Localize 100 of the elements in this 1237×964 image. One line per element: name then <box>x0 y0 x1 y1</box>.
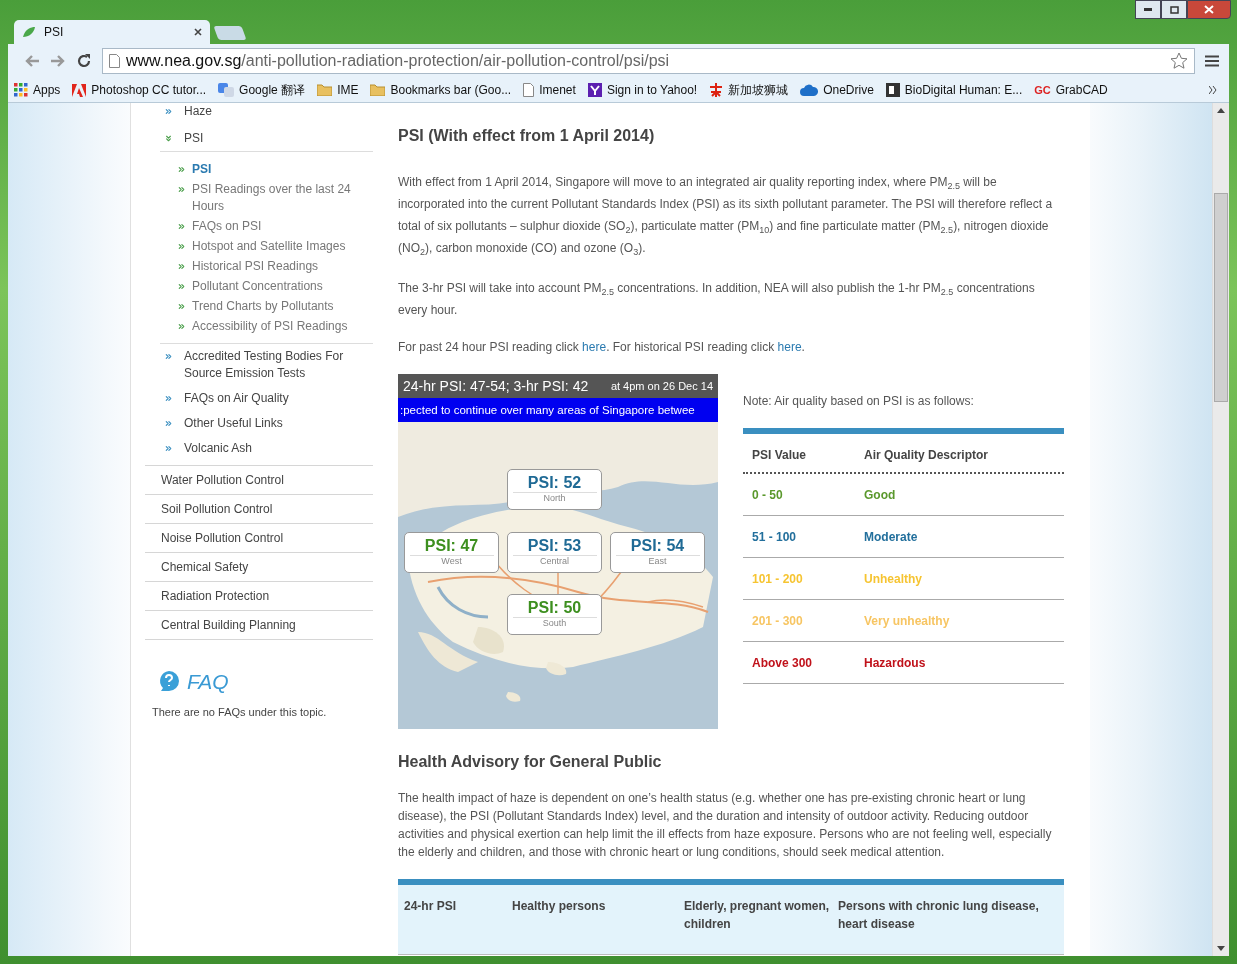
chevrons-right-icon <box>177 185 186 194</box>
psi-value: PSI: 53 <box>512 536 597 556</box>
bookmark-item[interactable]: BioDigital Human: E... <box>885 83 1023 97</box>
psi-value: PSI: 47 <box>409 536 494 556</box>
url-host: www.nea.gov.sg <box>126 52 242 70</box>
psi-value: PSI: 54 <box>615 536 700 556</box>
here-link[interactable]: here <box>777 340 802 354</box>
page-icon <box>523 83 535 97</box>
scrollbar[interactable] <box>1212 103 1229 956</box>
bookmark-item[interactable]: OneDrive <box>800 83 874 97</box>
folder-icon <box>370 84 386 96</box>
scrollbar-thumb[interactable] <box>1214 193 1228 402</box>
reload-icon[interactable] <box>76 53 92 69</box>
sidebar-link[interactable]: Central Building Planning <box>161 618 296 632</box>
faq-title: FAQ <box>187 670 229 694</box>
emblem-icon <box>709 83 724 97</box>
sidebar-link[interactable]: Radiation Protection <box>161 589 270 603</box>
minimize-button[interactable] <box>1135 0 1161 19</box>
chevrons-right-icon <box>177 222 186 231</box>
bookmark-item[interactable]: Imenet <box>523 83 576 97</box>
psi-summary: 24-hr PSI: 47-54; 3-hr PSI: 42 <box>403 378 589 394</box>
table-cell: Hazardous <box>864 656 926 670</box>
region-label: Central <box>540 556 569 566</box>
bookmark-item[interactable]: GC GrabCAD <box>1034 83 1108 97</box>
maximize-button[interactable] <box>1161 0 1187 19</box>
bookmark-item[interactable]: Apps <box>14 83 61 97</box>
table-cell-text: Above 300 <box>752 656 814 670</box>
body-paragraph: With effect from 1 April 2014, Singapore will move to an integrated air quality reporting index, where PM$_{2.5}$ will be incorporated into the current Pollutant Standards Index (PSI) as its sixth pollutant parameter. The PSI will therefore reflect a total of six pollutants – sulphur dioxide (SO$_{2}$), particulate matter (PM$_{10}$) and fine particulate matter (PM$_{2.5}$), nitrogen dioxide (NO$_{2}$), carbon monoxide (CO) and ozone (O$_{3}$). <box>398 174 1054 259</box>
logo-icon: GC <box>1034 84 1051 96</box>
table-cell-text: 201 - 300 <box>752 614 804 628</box>
url-path: /anti-pollution-radiation-protection/air-pollution-control/psi/psi <box>241 52 671 70</box>
close-button[interactable] <box>1187 0 1231 19</box>
table-cell: Good <box>864 488 896 502</box>
menu-icon[interactable] <box>1205 55 1219 67</box>
chevrons-right-icon <box>177 322 186 331</box>
star-icon[interactable] <box>1170 52 1188 70</box>
sidebar-link[interactable]: Water Pollution Control <box>161 473 284 487</box>
minimize-icon <box>1144 8 1152 11</box>
y-logo-icon <box>587 83 602 97</box>
bookmark-item[interactable]: 新加坡狮城 <box>709 81 789 99</box>
browser-tab[interactable]: PSI <box>14 20 210 44</box>
region-label: South <box>542 618 567 628</box>
sidebar-link[interactable]: Chemical Safety <box>161 560 249 574</box>
cloud-icon <box>800 84 819 96</box>
sidebar-link[interactable]: PSI <box>192 161 212 178</box>
psi-value: PSI: 52 <box>512 473 597 493</box>
sidebar-link[interactable]: Pollutant Concentrations <box>192 278 323 295</box>
sidebar-link[interactable]: Other Useful Links <box>184 415 283 432</box>
address-field[interactable]: www.nea.gov.sg/anti-pollution-radiation-protection/air-pollution-control/psi/psi <box>102 48 1195 74</box>
region-label: West <box>441 556 462 566</box>
bookmark-item[interactable]: Bookmarks bar (Goo... <box>370 83 512 97</box>
sidebar-link[interactable]: PSI Readings over the last 24 Hours <box>192 181 373 215</box>
bookmark-item[interactable]: Photoshop CC tutor... <box>72 83 207 97</box>
close-icon <box>1204 5 1214 14</box>
bookmark-item[interactable]: IME <box>317 83 359 97</box>
sidebar-link[interactable]: Hotspot and Satellite Images <box>192 238 346 255</box>
chevrons-right-icon <box>177 242 186 251</box>
sidebar-link[interactable]: Trend Charts by Pollutants <box>192 298 334 315</box>
psi-value: PSI: 50 <box>512 598 597 618</box>
table-cell: Very unhealthy <box>864 614 950 628</box>
sidebar-link[interactable]: Historical PSI Readings <box>192 258 319 275</box>
a-logo-icon <box>72 83 87 97</box>
faq-note: There are no FAQs under this topic. <box>152 706 328 718</box>
grid-icon <box>14 83 28 97</box>
table-cell: Unhealthy <box>864 572 922 586</box>
sidebar-link[interactable]: Volcanic Ash <box>184 440 253 457</box>
bookmark-item[interactable]: Sign in to Yahoo! <box>587 83 698 97</box>
region-label: North <box>543 493 566 503</box>
chevrons-right-icon <box>177 165 186 174</box>
chevrons-icon[interactable] <box>1209 86 1217 94</box>
table-cell: Moderate <box>864 530 918 544</box>
reading-time: at 4pm on 26 Dec 14 <box>610 380 713 392</box>
bookmark-item[interactable]: Google 翻译 <box>218 81 306 99</box>
chevrons-right-icon <box>177 282 186 291</box>
translate-icon <box>218 83 235 97</box>
up-arrow-icon[interactable] <box>1217 108 1225 113</box>
sidebar-link[interactable]: FAQs on PSI <box>192 218 262 235</box>
sidebar-link[interactable]: Accredited Testing Bodies For Source Emission Tests <box>184 348 373 382</box>
sidebar-link[interactable]: PSI <box>184 130 204 147</box>
column-header: Air Quality Descriptor <box>864 448 989 462</box>
square-logo-icon <box>885 83 900 97</box>
leaf-icon <box>22 26 36 38</box>
folder-icon <box>317 84 333 96</box>
sidebar-link[interactable]: Soil Pollution Control <box>161 502 273 516</box>
close-icon[interactable] <box>194 28 202 36</box>
table-cell-text: 51 - 100 <box>752 530 798 544</box>
sidebar-link[interactable]: Noise Pollution Control <box>161 531 284 545</box>
maximize-icon <box>1169 5 1179 14</box>
region-label: East <box>648 556 667 566</box>
sidebar-link[interactable]: Accessibility of PSI Readings <box>192 318 348 335</box>
sidebar-link[interactable]: FAQs on Air Quality <box>184 390 289 407</box>
table-cell-text: 0 - 50 <box>752 488 784 502</box>
body-paragraph: For past 24 hour PSI reading click here. For historical PSI reading click here. <box>398 339 806 356</box>
column-header: PSI Value <box>752 448 808 462</box>
column-header: Persons with chronic lung disease, heart disease <box>838 898 1040 933</box>
sidebar-link[interactable]: Haze <box>184 103 212 120</box>
body-paragraph: The 3-hr PSI will take into account PM$_{2.5}$ concentrations. In addition, NEA will also publish the 1-hr PM$_{2.5}$ concentrations every hour. <box>398 280 1036 319</box>
question-bubble-icon <box>157 670 181 694</box>
down-arrow-icon[interactable] <box>1217 946 1225 951</box>
table-cell-text: 101 - 200 <box>752 572 804 586</box>
